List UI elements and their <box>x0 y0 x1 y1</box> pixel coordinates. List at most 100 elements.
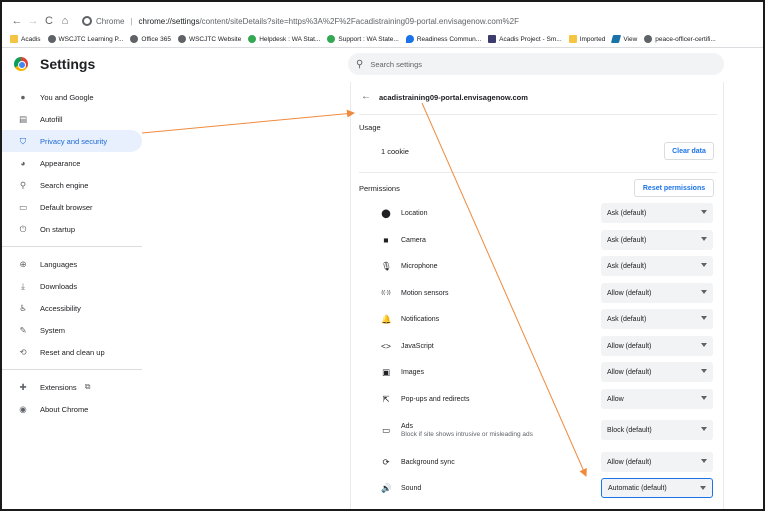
permission-select-value: Block (default) <box>607 426 652 434</box>
globe-icon <box>177 35 186 43</box>
permission-text: Microphone <box>401 262 438 271</box>
green-circle-icon <box>248 35 257 43</box>
bookmark-item[interactable]: Support : WA State... <box>327 35 399 43</box>
permission-select-motion-sensors[interactable]: Allow (default) <box>601 283 713 303</box>
bookmark-item[interactable]: Helpdesk : WA Stat... <box>248 35 320 43</box>
palette-icon: ◕ <box>20 158 26 168</box>
back-arrow-icon[interactable]: ← <box>361 91 371 102</box>
permission-select-value: Allow <box>607 395 624 403</box>
bookmark-item[interactable]: View <box>611 35 637 43</box>
permission-select-location[interactable]: Ask (default) <box>601 203 713 223</box>
sidebar-item-system[interactable]: ✎ System <box>2 319 142 341</box>
chrome-logo-icon <box>14 57 28 71</box>
folder-icon <box>10 35 18 43</box>
bookmark-item[interactable]: WSCJTC Learning P... <box>47 35 124 43</box>
permission-label: Images <box>401 368 424 376</box>
permission-text: Location <box>401 209 427 218</box>
sidebar-item-label: Autofill <box>40 114 63 124</box>
sidebar-item-extensions[interactable]: ✚ Extensions ⧉ <box>2 376 142 398</box>
chrome-icon: ◉ <box>19 403 27 414</box>
sidebar-divider <box>2 246 142 247</box>
external-link-icon: ⧉ <box>84 382 91 391</box>
bookmark-label: Readiness Commun... <box>416 35 482 43</box>
permission-select-background-sync[interactable]: Allow (default) <box>601 452 713 472</box>
permission-select-pop-ups-and-redirects[interactable]: Allow <box>601 389 713 409</box>
permission-select-value: Ask (default) <box>607 236 647 244</box>
search-input[interactable]: ⚲ Search settings <box>348 53 724 75</box>
permission-label: Background sync <box>401 458 455 466</box>
reload-icon[interactable]: C <box>42 14 56 28</box>
bookmark-item[interactable]: Readiness Commun... <box>405 35 482 43</box>
chevron-down-icon <box>701 427 707 431</box>
bookmark-item[interactable]: Office 365 <box>130 35 171 43</box>
green-circle-icon <box>327 35 336 43</box>
permission-select-notifications[interactable]: Ask (default) <box>601 309 713 329</box>
sidebar-item-default-browser[interactable]: ▭ Default browser <box>2 196 142 218</box>
sidebar-item-search-engine[interactable]: ⚲ Search engine <box>2 174 142 196</box>
sidebar-item-label: Appearance <box>40 158 81 168</box>
sidebar-item-privacy-and-security[interactable]: ⛉ Privacy and security <box>2 130 142 152</box>
sidebar-divider <box>2 369 142 370</box>
sidebar-item-autofill[interactable]: ▤ Autofill <box>2 108 142 130</box>
permission-sublabel: Block if site shows intrusive or mislead… <box>401 431 533 438</box>
browser-window: ← → C ⌂ Chrome | chrome://settings/conte… <box>0 0 765 511</box>
wrench-icon: ✎ <box>19 324 27 335</box>
permission-select-ads[interactable]: Block (default) <box>601 420 713 440</box>
chevron-down-icon <box>701 459 707 463</box>
sidebar-item-reset-and-clean-up[interactable]: ⟲ Reset and clean up <box>2 341 142 363</box>
camera-icon: ■ <box>383 235 389 245</box>
reset-permissions-button[interactable]: Reset permissions <box>634 179 714 197</box>
dark-icon <box>488 35 497 43</box>
sidebar-item-about-chrome[interactable]: ◉ About Chrome <box>2 398 142 420</box>
bookmark-item[interactable]: peace-officer-certifi... <box>644 35 716 43</box>
bookmark-label: Support : WA State... <box>338 35 399 43</box>
permission-select-microphone[interactable]: Ask (default) <box>601 256 713 276</box>
sidebar-item-on-startup[interactable]: ⏻ On startup <box>2 218 142 240</box>
bookmark-item[interactable]: WSCJTC Website <box>177 35 241 43</box>
permission-label: Camera <box>401 236 426 244</box>
microphone-icon: 🎙 <box>381 260 392 271</box>
bookmark-item[interactable]: Imported <box>568 35 605 43</box>
permission-text: JavaScript <box>401 342 434 351</box>
forward-arrow-icon[interactable]: → <box>26 14 40 28</box>
home-icon[interactable]: ⌂ <box>58 14 72 28</box>
permission-select-javascript[interactable]: Allow (default) <box>601 336 713 356</box>
site-chip[interactable]: Chrome <box>82 16 124 26</box>
sidebar-item-appearance[interactable]: ◕ Appearance <box>2 152 142 174</box>
permission-select-images[interactable]: Allow (default) <box>601 362 713 382</box>
power-icon: ⏻ <box>19 223 27 234</box>
clear-data-button[interactable]: Clear data <box>664 142 714 160</box>
permission-select-sound[interactable]: Automatic (default) <box>601 478 713 498</box>
sidebar-item-label: Privacy and security <box>40 136 108 146</box>
site-chip-label: Chrome <box>96 16 125 26</box>
chevron-down-icon <box>701 343 707 347</box>
bookmark-item[interactable]: Acadis Project - Sm... <box>488 35 562 43</box>
permission-label: Pop-ups and redirects <box>401 395 470 403</box>
sidebar-item-label: Default browser <box>40 202 93 212</box>
location-icon: ⬤ <box>381 207 391 218</box>
sidebar-item-label: Downloads <box>40 281 78 291</box>
bookmark-label: WSCJTC Learning P... <box>58 35 124 43</box>
sidebar-item-accessibility[interactable]: ♿ Accessibility <box>2 297 142 319</box>
permission-select-camera[interactable]: Ask (default) <box>601 230 713 250</box>
sidebar: ● You and Google ▤ Autofill ⛉ Privacy and sec… <box>2 86 142 420</box>
bookmark-item[interactable]: Acadis <box>10 35 41 43</box>
sidebar-item-you-and-google[interactable]: ● You and Google <box>2 86 142 108</box>
teal-icon <box>611 35 622 43</box>
back-arrow-icon[interactable]: ← <box>10 14 24 28</box>
permission-select-value: Ask (default) <box>607 262 647 270</box>
sidebar-item-languages[interactable]: ⊕ Languages <box>2 253 142 275</box>
blue-cloud-icon <box>405 35 414 43</box>
accessibility-icon: ♿ <box>19 302 27 313</box>
chevron-down-icon <box>701 396 707 400</box>
search-icon: ⚲ <box>19 179 27 190</box>
sidebar-item-label: Reset and clean up <box>40 347 105 357</box>
chevron-down-icon <box>701 369 707 373</box>
sidebar-item-label: You and Google <box>40 92 94 102</box>
sidebar-item-label: Languages <box>40 259 78 269</box>
url-field[interactable]: chrome://settings/content/siteDetails?si… <box>139 17 519 26</box>
permission-select-value: Allow (default) <box>607 289 652 297</box>
permission-select-value: Ask (default) <box>607 209 647 217</box>
sidebar-item-downloads[interactable]: ⤓ Downloads <box>2 275 142 297</box>
site-origin: acadistraining09-portal.envisagenow.com <box>379 93 528 102</box>
